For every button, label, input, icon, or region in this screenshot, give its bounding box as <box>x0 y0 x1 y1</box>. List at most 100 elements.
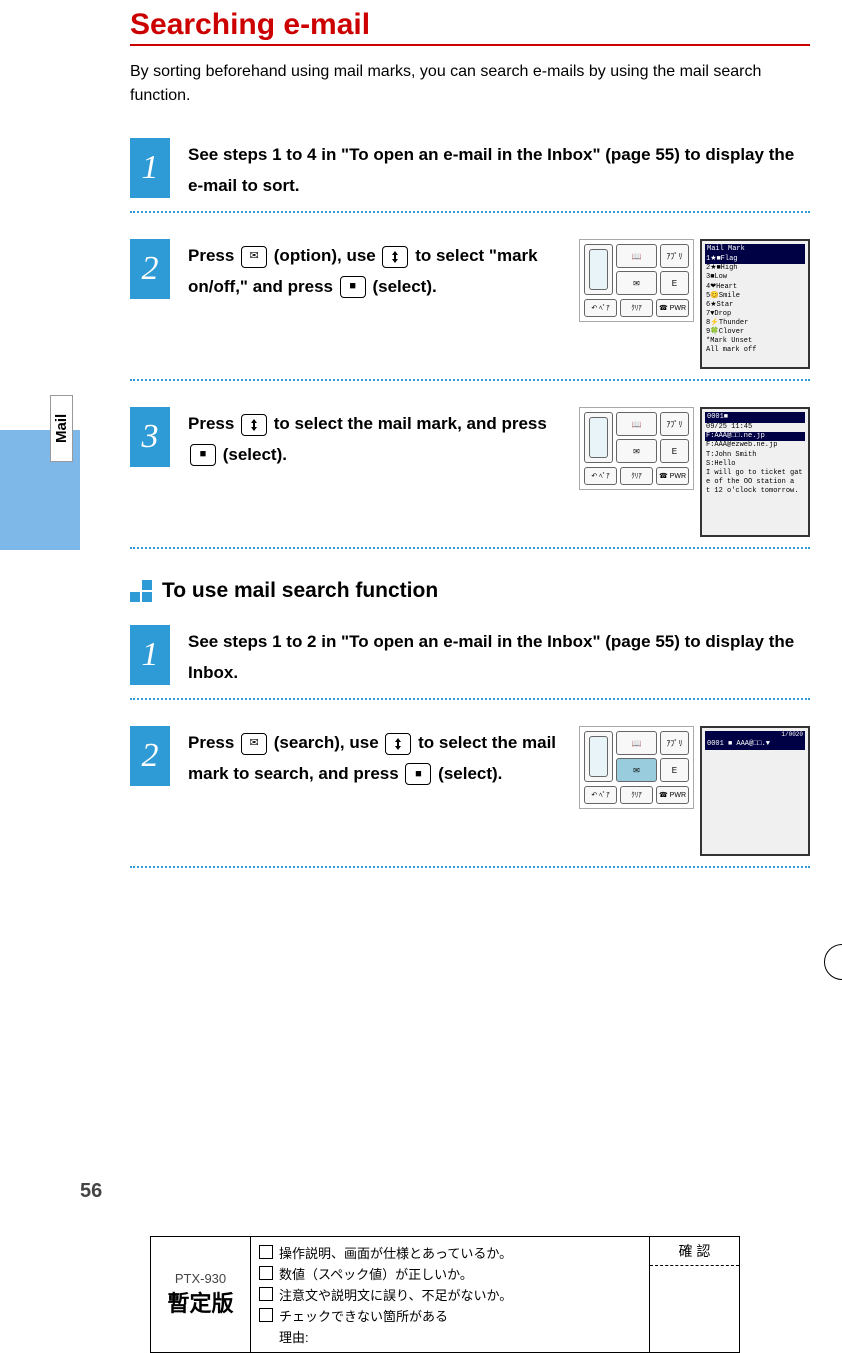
pad-mail-icon: ✉ <box>616 758 657 782</box>
footer-check-text: 数値（スペック値）が正しいか。 <box>279 1264 473 1283</box>
main-content: Searching e-mail By sorting beforehand u… <box>130 8 810 894</box>
step-row: 2 Press ✉ (option), use to select "mark … <box>130 239 810 369</box>
screen-line: 7▼Drop <box>705 310 805 319</box>
pad-e-icon: E <box>660 758 689 782</box>
screen-line: 9🍀Clover <box>705 328 805 337</box>
screen-line: 1★■Flag <box>705 255 805 264</box>
footer-checklist: 操作説明、画面が仕様とあっているか。 数値（スペック値）が正しいか。 注意文や説… <box>251 1237 649 1352</box>
screen-line: e of the OO station a <box>705 478 805 487</box>
page-title: Searching e-mail <box>130 8 810 46</box>
checkbox-icon <box>259 1245 273 1259</box>
mail-icon: ✉ <box>241 733 267 755</box>
step-divider <box>130 211 810 213</box>
pad-pair-btn: ↶ ﾍﾟｱ <box>584 299 617 317</box>
center-select-icon: ■ <box>340 276 366 298</box>
pad-app-icon: ｱﾌﾟﾘ <box>660 244 689 268</box>
step-text: See steps 1 to 2 in "To open an e-mail i… <box>188 625 810 688</box>
screen-line: S:Hello <box>705 460 805 469</box>
step-screens: 📖 ｱﾌﾟﾘ ✉ E ↶ ﾍﾟｱ ｸﾘｱ ☎ PWR 0001■ 09/25 1… <box>579 407 810 537</box>
nav-updown-icon <box>241 414 267 436</box>
screen-line: 09/25 11:45 <box>705 423 805 432</box>
screen-title: 0001■ <box>705 412 805 423</box>
footer-zantei: 暫定版 <box>167 1286 233 1318</box>
pad-clear-btn: ｸﾘｱ <box>620 299 653 317</box>
pad-pair-btn: ↶ ﾍﾟｱ <box>584 467 617 485</box>
screen-line: 4❤Heart <box>705 283 805 292</box>
step-row: 1 See steps 1 to 4 in "To open an e-mail… <box>130 138 810 201</box>
step-divider <box>130 547 810 549</box>
pad-mail-icon: ✉ <box>616 439 657 463</box>
step-text: Press to select the mail mark, and press… <box>188 407 579 470</box>
footer-confirm-label: 確 認 <box>650 1237 739 1266</box>
screen-title: 0001 ■ AAA@□□.▼ <box>705 739 805 750</box>
pad-nav-center <box>584 731 613 782</box>
footer-model-box: PTX-930 暫定版 <box>151 1237 251 1352</box>
step-number: 3 <box>130 407 170 467</box>
screen-title: Mail Mark <box>705 244 805 255</box>
pad-nav-center <box>584 412 613 463</box>
step-divider <box>130 698 810 700</box>
review-footer: PTX-930 暫定版 操作説明、画面が仕様とあっているか。 数値（スペック値）… <box>150 1236 740 1353</box>
phone-keypad: 📖 ｱﾌﾟﾘ ✉ E ↶ ﾍﾟｱ ｸﾘｱ ☎ PWR <box>579 726 694 809</box>
mail-icon: ✉ <box>241 246 267 268</box>
footer-check-row: 操作説明、画面が仕様とあっているか。 <box>259 1243 641 1262</box>
pad-book-icon: 📖 <box>616 731 657 755</box>
pad-pwr-btn: ☎ PWR <box>656 467 689 485</box>
step-screens: 📖 ｱﾌﾟﾘ ✉ E ↶ ﾍﾟｱ ｸﾘｱ ☎ PWR Mail Mark 1★■… <box>579 239 810 369</box>
footer-check-row: 数値（スペック値）が正しいか。 <box>259 1264 641 1283</box>
center-select-icon: ■ <box>190 444 216 466</box>
intro-text: By sorting beforehand using mail marks, … <box>130 60 810 108</box>
pad-app-icon: ｱﾌﾟﾘ <box>660 412 689 436</box>
screen-line: F:AAA@□□.ne.jp <box>705 432 805 441</box>
center-select-icon: ■ <box>405 763 431 785</box>
screen-line: 8⚡Thunder <box>705 319 805 328</box>
pad-clear-btn: ｸﾘｱ <box>620 467 653 485</box>
pad-nav-center <box>584 244 613 295</box>
pad-pair-btn: ↶ ﾍﾟｱ <box>584 786 617 804</box>
step-row: 1 See steps 1 to 2 in "To open an e-mail… <box>130 625 810 688</box>
side-strip <box>0 0 80 1333</box>
subheading: To use mail search function <box>130 579 810 603</box>
pad-book-icon: 📖 <box>616 412 657 436</box>
pad-mail-icon: ✉ <box>616 271 657 295</box>
pad-pwr-btn: ☎ PWR <box>656 786 689 804</box>
screen-line: I will go to ticket gat <box>705 469 805 478</box>
screen-line: *Mark Unset <box>705 337 805 346</box>
subheading-text: To use mail search function <box>162 579 438 603</box>
plus-icon <box>130 580 152 602</box>
phone-screen: 0001■ 09/25 11:45F:AAA@□□.ne.jpF:AAA@ezw… <box>700 407 810 537</box>
footer-check-row: チェックできない箇所がある <box>259 1306 641 1325</box>
footer-reason-row: 理由: <box>279 1327 641 1346</box>
screen-line: 5😊Smile <box>705 292 805 301</box>
footer-model: PTX-930 <box>175 1271 226 1286</box>
footer-check-text: 操作説明、画面が仕様とあっているか。 <box>279 1243 512 1262</box>
checkbox-icon <box>259 1308 273 1322</box>
screen-line: t 12 o'clock tomorrow. <box>705 487 805 496</box>
screen-line: 2★■High <box>705 264 805 273</box>
side-tab-label: Mail <box>50 395 73 462</box>
pad-e-icon: E <box>660 271 689 295</box>
step-row: 3 Press to select the mail mark, and pre… <box>130 407 810 537</box>
step-row: 2 Press ✉ (search), use to select the ma… <box>130 726 810 856</box>
footer-confirm-box: 確 認 <box>649 1237 739 1352</box>
footer-check-text: チェックできない箇所がある <box>279 1306 448 1325</box>
phone-screen: Mail Mark 1★■Flag2★■High3■Low4❤Heart5😊Sm… <box>700 239 810 369</box>
phone-keypad: 📖 ｱﾌﾟﾘ ✉ E ↶ ﾍﾟｱ ｸﾘｱ ☎ PWR <box>579 407 694 490</box>
step-number: 1 <box>130 138 170 198</box>
binder-hole <box>824 944 842 980</box>
step-text: Press ✉ (option), use to select "mark on… <box>188 239 579 302</box>
pad-clear-btn: ｸﾘｱ <box>620 786 653 804</box>
step-divider <box>130 866 810 868</box>
step-number: 2 <box>130 726 170 786</box>
step-number: 1 <box>130 625 170 685</box>
screen-line: T:John Smith <box>705 451 805 460</box>
step-text: See steps 1 to 4 in "To open an e-mail i… <box>188 138 810 201</box>
screen-line: F:AAA@ezweb.ne.jp <box>705 441 805 450</box>
pad-app-icon: ｱﾌﾟﾘ <box>660 731 689 755</box>
step-screens: 📖 ｱﾌﾟﾘ ✉ E ↶ ﾍﾟｱ ｸﾘｱ ☎ PWR 1/0020 0001 ■… <box>579 726 810 856</box>
pad-book-icon: 📖 <box>616 244 657 268</box>
step-text: Press ✉ (search), use to select the mail… <box>188 726 579 789</box>
screen-line: All mark off <box>705 346 805 355</box>
nav-updown-icon <box>382 246 408 268</box>
nav-updown-icon <box>385 733 411 755</box>
